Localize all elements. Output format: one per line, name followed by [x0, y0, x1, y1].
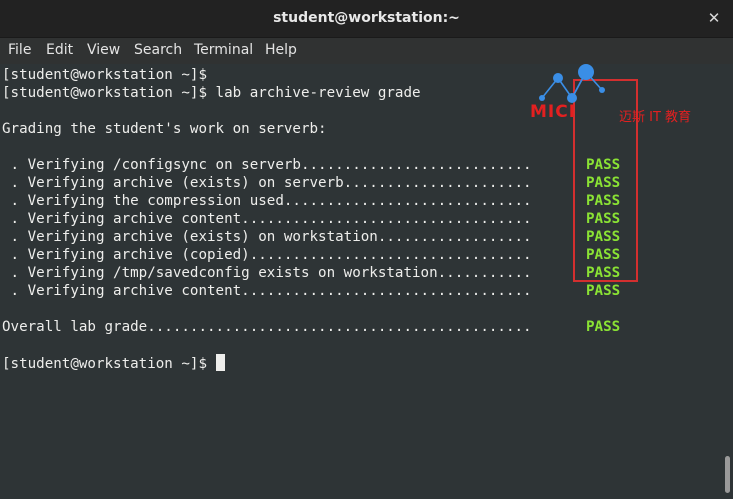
terminal-line: . Verifying archive content.............… [2, 211, 532, 227]
terminal-line: [student@workstation ~]$ [2, 354, 225, 372]
terminal-line: . Verifying archive (copied)............… [2, 247, 532, 263]
scrollbar[interactable] [722, 64, 733, 499]
pass-status: PASS [586, 283, 621, 299]
scrollbar-thumb[interactable] [725, 456, 730, 493]
pass-status: PASS [586, 319, 621, 335]
terminal-line: . Verifying archive (exists) on serverb.… [2, 175, 532, 191]
menu-view[interactable]: View [87, 42, 120, 58]
close-icon[interactable]: ✕ [705, 9, 723, 27]
watermark-brand: MICI [530, 102, 577, 122]
window-title: student@workstation:~ [273, 10, 460, 26]
text-cursor [215, 354, 225, 371]
terminal-line: . Verifying /tmp/savedconfig exists on w… [2, 265, 532, 281]
terminal-line: . Verifying /configsync on serverb......… [2, 157, 532, 173]
menu-search[interactable]: Search [134, 42, 182, 58]
menu-file[interactable]: File [8, 42, 31, 58]
terminal-line: . Verifying the compression used........… [2, 193, 532, 209]
terminal-line: . Verifying archive content.............… [2, 283, 532, 299]
menu-bar: File Edit View Search Terminal Help [0, 38, 733, 64]
watermark-tagline: 迈斯 IT 教育 [619, 110, 692, 125]
mici-watermark: MICI 迈斯 IT 教育 [528, 64, 703, 126]
menu-terminal[interactable]: Terminal [194, 42, 253, 58]
terminal-line: [student@workstation ~]$ [2, 67, 207, 83]
network-logo-icon [539, 64, 605, 103]
menu-edit[interactable]: Edit [46, 42, 73, 58]
title-bar: student@workstation:~ ✕ [0, 0, 733, 38]
terminal-line: [student@workstation ~]$ lab archive-rev… [2, 85, 421, 101]
terminal-line: Grading the student's work on serverb: [2, 121, 327, 137]
terminal-line: Overall lab grade.......................… [2, 319, 532, 335]
menu-help[interactable]: Help [265, 42, 297, 58]
terminal-line: . Verifying archive (exists) on workstat… [2, 229, 532, 245]
